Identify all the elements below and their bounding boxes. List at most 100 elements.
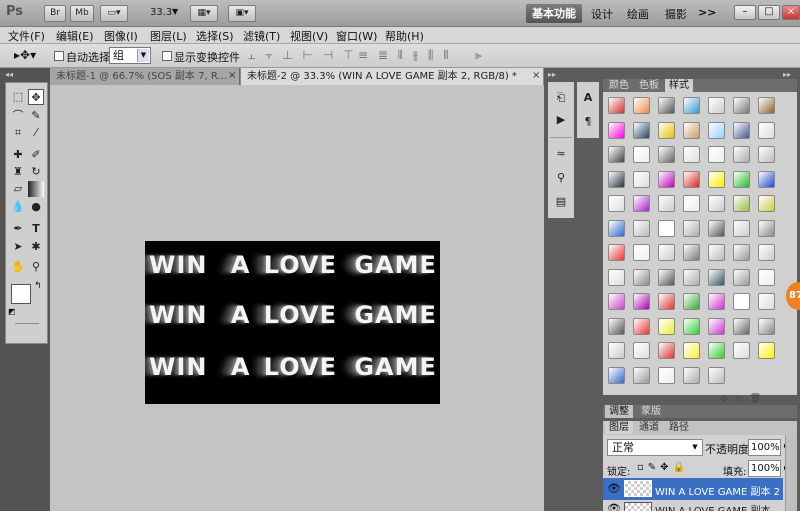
actions-panel-icon[interactable]: ▶ — [553, 112, 569, 128]
menu-filter[interactable]: 滤镜(T) — [243, 28, 280, 44]
style-swatch[interactable] — [733, 170, 750, 188]
distribute-icons[interactable]: ≡ ≣ ⫴ ⫵ ⫼ ⦀ — [358, 48, 452, 63]
zoom-level[interactable]: 33.3 — [150, 7, 172, 18]
style-swatch[interactable] — [708, 317, 725, 335]
style-swatch[interactable] — [608, 342, 625, 359]
style-swatch[interactable] — [683, 219, 700, 237]
visibility-eye-icon[interactable]: 👁 — [607, 502, 621, 511]
style-swatch[interactable] — [683, 244, 700, 261]
style-swatch[interactable] — [633, 219, 650, 237]
tab-channels[interactable]: 通道 — [635, 421, 663, 434]
lasso-tool-icon[interactable]: ⌒ — [10, 108, 26, 124]
maximize-icon[interactable]: □ — [758, 5, 780, 20]
style-swatch[interactable] — [708, 244, 725, 261]
auto-align-icon[interactable]: ⫸ — [475, 48, 482, 63]
auto-select-dropdown[interactable]: 组 ▼ — [109, 47, 151, 64]
menu-file[interactable]: 文件(F) — [8, 28, 45, 44]
style-swatch[interactable] — [708, 121, 725, 139]
character-panel-icon[interactable]: A — [580, 90, 596, 106]
expand-dock-icon[interactable]: ▸▸ — [548, 70, 556, 79]
layer-name[interactable]: WIN A LOVE GAME 副本 2 — [655, 483, 780, 498]
tab-close-icon[interactable]: × — [228, 70, 236, 81]
style-swatch[interactable] — [733, 219, 750, 237]
opacity-input[interactable]: 100% — [748, 439, 781, 456]
blend-mode-dropdown[interactable]: 正常 ▼ — [607, 439, 703, 456]
style-swatch[interactable] — [658, 146, 675, 163]
style-swatch[interactable] — [758, 195, 775, 212]
quick-select-tool-icon[interactable]: ✎ — [28, 108, 44, 124]
style-swatch[interactable] — [758, 317, 775, 335]
style-swatch[interactable] — [608, 146, 625, 163]
style-swatch[interactable] — [608, 121, 625, 139]
style-swatch[interactable] — [758, 342, 775, 359]
bridge-button[interactable]: Br — [44, 5, 66, 22]
styles-footer-icons[interactable]: ⊘▫🗑 — [720, 394, 769, 404]
style-swatch[interactable] — [683, 366, 700, 384]
menu-select[interactable]: 选择(S) — [196, 28, 234, 44]
style-swatch[interactable] — [608, 170, 625, 188]
style-swatch[interactable] — [758, 170, 775, 188]
shape-tool-icon[interactable]: ✱ — [28, 239, 44, 255]
view-extras-button[interactable]: ▭▾ — [100, 5, 128, 22]
style-swatch[interactable] — [708, 97, 725, 114]
tab-adjustments[interactable]: 调整 — [605, 405, 633, 418]
fill-input[interactable]: 100% — [748, 460, 781, 477]
style-swatch[interactable] — [708, 195, 725, 212]
style-swatch[interactable] — [708, 219, 725, 237]
menu-window[interactable]: 窗口(W) — [336, 28, 377, 44]
workspace-design[interactable]: 设计 — [591, 6, 613, 22]
tab-masks[interactable]: 蒙版 — [637, 405, 665, 418]
arrange-documents-button[interactable]: ▦▾ — [190, 5, 218, 22]
style-swatch[interactable] — [658, 195, 675, 212]
style-swatch[interactable] — [708, 146, 725, 163]
style-swatch[interactable] — [608, 244, 625, 261]
style-swatch[interactable] — [658, 219, 675, 237]
style-swatch[interactable] — [733, 244, 750, 261]
tab-close-icon[interactable]: × — [532, 70, 540, 81]
style-swatch[interactable] — [633, 170, 650, 188]
minimize-icon[interactable]: – — [734, 5, 756, 20]
gradient-tool-icon[interactable] — [28, 181, 44, 197]
style-swatch[interactable] — [633, 146, 650, 163]
style-swatch[interactable] — [758, 219, 775, 237]
style-swatch[interactable] — [683, 121, 700, 139]
blur-tool-icon[interactable]: 💧 — [10, 199, 26, 215]
foreground-color-swatch[interactable] — [11, 284, 31, 304]
style-swatch[interactable] — [733, 268, 750, 286]
tool-presets-panel-icon[interactable]: ▤ — [553, 194, 569, 210]
auto-select-checkbox[interactable] — [54, 51, 64, 61]
menu-layer[interactable]: 图层(L) — [150, 28, 187, 44]
style-swatch[interactable] — [633, 97, 650, 114]
style-swatch[interactable] — [633, 342, 650, 359]
workspace-painting[interactable]: 绘画 — [627, 6, 649, 22]
style-swatch[interactable] — [608, 317, 625, 335]
style-swatch[interactable] — [658, 244, 675, 261]
style-swatch[interactable] — [683, 293, 700, 310]
tab-layers[interactable]: 图层 — [605, 421, 633, 434]
crop-tool-icon[interactable]: ⌗ — [10, 125, 26, 141]
show-transform-checkbox[interactable] — [162, 51, 172, 61]
layer-row-selected[interactable]: 👁 WIN A LOVE GAME 副本 2 — [603, 478, 783, 500]
more-workspaces-button[interactable]: >> — [698, 6, 716, 19]
style-swatch[interactable] — [758, 146, 775, 163]
style-swatch[interactable] — [758, 293, 775, 310]
menu-image[interactable]: 图像(I) — [104, 28, 138, 44]
document-canvas[interactable]: WIN A LOVE GAME WIN A LOVE GAME WIN A LO… — [145, 241, 440, 404]
style-swatch[interactable] — [758, 268, 775, 286]
history-brush-tool-icon[interactable]: ↻ — [28, 164, 44, 180]
style-swatch[interactable] — [758, 121, 775, 139]
tab-paths[interactable]: 路径 — [665, 421, 693, 434]
paragraph-panel-icon[interactable]: ¶ — [580, 114, 596, 130]
style-swatch[interactable] — [633, 121, 650, 139]
workspace-essentials[interactable]: 基本功能 — [526, 4, 582, 23]
style-swatch[interactable] — [633, 293, 650, 310]
workspace-photography[interactable]: 摄影 — [665, 6, 687, 22]
chevron-down-icon[interactable]: ▼ — [137, 49, 149, 62]
style-swatch[interactable] — [683, 146, 700, 163]
style-swatch[interactable] — [658, 293, 675, 310]
style-swatch[interactable] — [758, 244, 775, 261]
style-swatch[interactable] — [633, 366, 650, 384]
dodge-tool-icon[interactable]: ● — [28, 199, 44, 215]
style-swatch[interactable] — [633, 244, 650, 261]
layer-row[interactable]: 👁 WIN A LOVE GAME 副本 — [603, 500, 783, 511]
